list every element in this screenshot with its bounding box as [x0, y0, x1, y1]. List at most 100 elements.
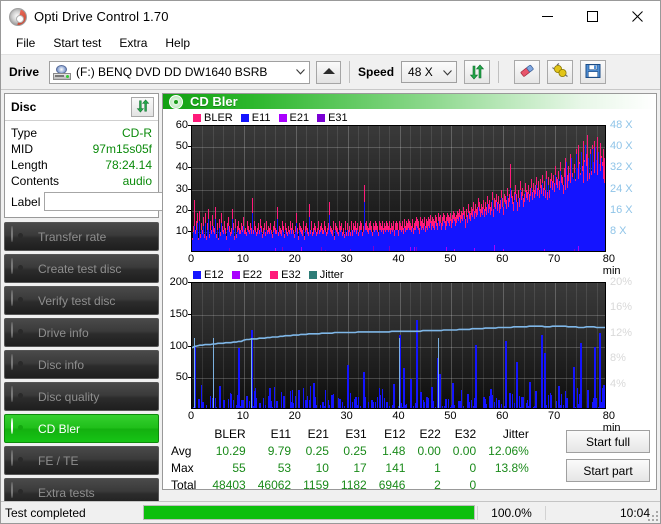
sidebar-item-disc-info[interactable]: Disc info — [4, 350, 159, 379]
sidebar-item-disc-quality[interactable]: Disc quality — [4, 382, 159, 411]
sidebar-item-label: Disc quality — [38, 390, 99, 404]
x-tick-label: 60 — [496, 410, 508, 422]
chart2-row: 50100150200 4%8%12%16%20% — [165, 282, 654, 409]
elapsed-time: 10:04 — [545, 506, 660, 520]
bitsetting-button[interactable] — [547, 60, 573, 84]
x-tick-label: 70 — [548, 410, 560, 422]
right-tick-label: 32 X — [610, 161, 633, 173]
x-tick-label: 80 min — [603, 253, 621, 277]
start-part-button[interactable]: Start part — [566, 459, 650, 482]
disc-panel-header: Disc — [5, 94, 158, 121]
chart-bar — [410, 247, 411, 251]
minimize-icon[interactable] — [525, 1, 570, 32]
eject-icon — [322, 68, 335, 76]
chart-bar — [282, 247, 283, 251]
sidebar-item-verify-test-disc[interactable]: Verify test disc — [4, 286, 159, 315]
drive-select-value: (F:) BENQ DVD DD DW1640 BSRB — [76, 65, 267, 79]
eject-button[interactable] — [316, 61, 341, 84]
x-tick-label: 10 — [237, 410, 249, 422]
col-e12: E12 — [373, 427, 412, 442]
resize-grip-icon[interactable] — [648, 511, 658, 521]
disc-label-row: Label — [11, 191, 152, 212]
save-button[interactable] — [580, 60, 606, 84]
chart-bar — [229, 248, 230, 251]
disc-label-label: Label — [11, 195, 40, 209]
disc-row-type: Type CD-R — [11, 125, 152, 141]
menu-start-test[interactable]: Start test — [44, 33, 110, 53]
toolbar-divider-1 — [349, 61, 350, 83]
x-tick-label: 0 — [188, 410, 194, 422]
right-tick-label: 40 X — [610, 140, 633, 152]
nav-list: Transfer rate Create test disc Verify te… — [4, 222, 159, 507]
chevron-down-icon[interactable] — [292, 62, 309, 83]
chart-bar — [321, 247, 322, 251]
chart-bar — [389, 246, 390, 251]
sidebar-item-label: Drive info — [38, 326, 89, 340]
x-tick-label: 50 — [444, 253, 456, 265]
progress-percent: 100.0% — [477, 506, 545, 520]
legend-swatch — [309, 271, 317, 279]
menu-bar: File Start test Extra Help — [1, 32, 660, 55]
col-e21: E21 — [297, 427, 335, 442]
sidebar-item-create-test-disc[interactable]: Create test disc — [4, 254, 159, 283]
sidebar-item-label: Create test disc — [38, 262, 121, 276]
plug-icon — [552, 63, 569, 82]
disc-icon — [11, 291, 31, 311]
col-e32: E32 — [447, 427, 482, 442]
cell-max-e31: 17 — [335, 459, 373, 476]
right-tick-label: 8% — [610, 352, 626, 364]
body: Disc Type CD-R — [1, 90, 660, 490]
disc-fields: Type CD-R MID 97m15s05f Length 78:24.14 … — [5, 121, 158, 217]
drive-label: Drive — [9, 65, 39, 79]
cell-max-e32: 0 — [447, 459, 482, 476]
row-label-avg: Avg — [167, 442, 206, 459]
sidebar-item-label: CD Bler — [38, 422, 80, 436]
x-tick-label: 30 — [341, 410, 353, 422]
drive-select[interactable]: (F:) BENQ DVD DD DW1640 BSRB — [49, 61, 310, 84]
sidebar-item-cd-bler[interactable]: CD Bler — [4, 414, 159, 443]
chart-bar — [474, 248, 475, 251]
col-e22: E22 — [411, 427, 446, 442]
legend-label: Jitter — [320, 269, 344, 281]
y-tick-label: 60 — [176, 119, 188, 131]
chart-bar — [544, 249, 545, 251]
legend-item-jitter: Jitter — [309, 269, 344, 281]
refresh-button[interactable] — [464, 60, 490, 84]
right-tick-label: 4% — [610, 378, 626, 390]
disc-length-value: 78:24.14 — [105, 158, 152, 172]
col-jitter: Jitter — [482, 427, 535, 442]
menu-file[interactable]: File — [7, 33, 44, 53]
cell-max-e11: 53 — [252, 459, 297, 476]
toolbar-divider-2 — [498, 61, 499, 83]
cell-total-bler: 48403 — [206, 476, 251, 490]
maximize-icon[interactable] — [570, 1, 615, 32]
disc-mid-value: 97m15s05f — [93, 142, 152, 156]
chart2-plot — [191, 282, 606, 409]
x-tick-label: 40 — [392, 410, 404, 422]
cd-disc-icon — [9, 8, 27, 26]
cell-avg-e22: 0.00 — [411, 442, 446, 459]
main-header: CD Bler — [163, 94, 656, 109]
x-tick-label: 20 — [289, 253, 301, 265]
legend-label: E12 — [204, 269, 224, 281]
eraser-icon — [519, 63, 536, 82]
disc-refresh-button[interactable] — [131, 97, 154, 117]
close-icon[interactable] — [615, 1, 660, 32]
legend-swatch — [193, 271, 201, 279]
legend-swatch — [241, 114, 249, 122]
disc-icon — [11, 483, 31, 503]
cell-max-bler: 55 — [206, 459, 251, 476]
cell-max-e22: 1 — [411, 459, 446, 476]
chevron-down-icon[interactable] — [439, 62, 456, 83]
chart2-x-axis: 01020304050607080 min — [191, 409, 606, 425]
speed-select[interactable]: 48 X — [401, 61, 457, 83]
cell-avg-e12: 1.48 — [373, 442, 412, 459]
erase-button[interactable] — [514, 60, 540, 84]
menu-help[interactable]: Help — [156, 33, 199, 53]
sidebar-item-fe-te[interactable]: FE / TE — [4, 446, 159, 475]
sidebar-item-drive-info[interactable]: Drive info — [4, 318, 159, 347]
cell-max-e21: 10 — [297, 459, 335, 476]
menu-extra[interactable]: Extra — [110, 33, 156, 53]
sidebar-item-transfer-rate[interactable]: Transfer rate — [4, 222, 159, 251]
main-panel: CD Bler BLER E11 E21 — [162, 93, 657, 490]
